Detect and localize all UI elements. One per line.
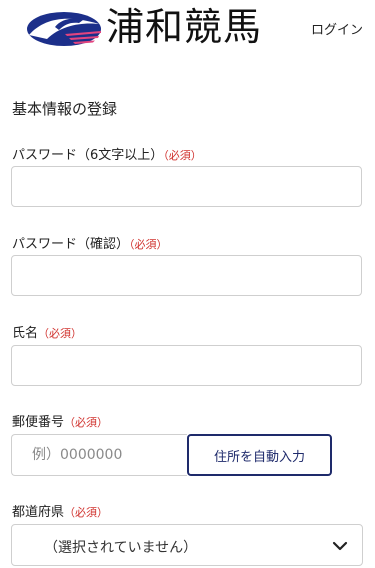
password-label: パスワード（6文字以上）（必須） bbox=[12, 144, 202, 163]
postal-code-input[interactable] bbox=[11, 434, 187, 476]
required-badge: （必須） bbox=[64, 416, 109, 429]
required-badge: （必須） bbox=[64, 506, 109, 519]
required-badge: （必須） bbox=[38, 327, 83, 340]
urawa-logo-mark[interactable] bbox=[25, 9, 103, 49]
password-label-text: パスワード（6文字以上） bbox=[12, 148, 164, 163]
logo-text[interactable]: 浦和競馬 bbox=[106, 4, 262, 50]
password-input[interactable] bbox=[11, 166, 362, 207]
site-header: 浦和競馬 ログイン bbox=[0, 0, 375, 60]
name-input[interactable] bbox=[11, 345, 362, 386]
required-badge: （必須） bbox=[129, 238, 168, 251]
password-confirm-label: パスワード（確認）（必須） bbox=[12, 233, 168, 252]
login-link[interactable]: ログイン bbox=[311, 19, 363, 38]
required-badge: （必須） bbox=[163, 149, 202, 162]
prefecture-select[interactable]: （選択されていません） bbox=[11, 524, 363, 566]
name-label-text: 氏名 bbox=[12, 326, 39, 341]
address-autofill-button[interactable]: 住所を自動入力 bbox=[187, 434, 332, 476]
postal-label-text: 郵便番号 bbox=[12, 415, 65, 430]
password-confirm-input[interactable] bbox=[11, 255, 362, 296]
name-label: 氏名（必須） bbox=[12, 322, 82, 341]
postal-label: 郵便番号（必須） bbox=[12, 411, 108, 430]
section-title: 基本情報の登録 bbox=[12, 100, 118, 118]
chevron-down-icon bbox=[332, 541, 348, 551]
prefecture-label: 都道府県（必須） bbox=[12, 501, 108, 520]
password-confirm-label-text: パスワード（確認） bbox=[12, 237, 130, 252]
prefecture-selected-value: （選択されていません） bbox=[44, 540, 198, 556]
prefecture-label-text: 都道府県 bbox=[12, 505, 65, 520]
